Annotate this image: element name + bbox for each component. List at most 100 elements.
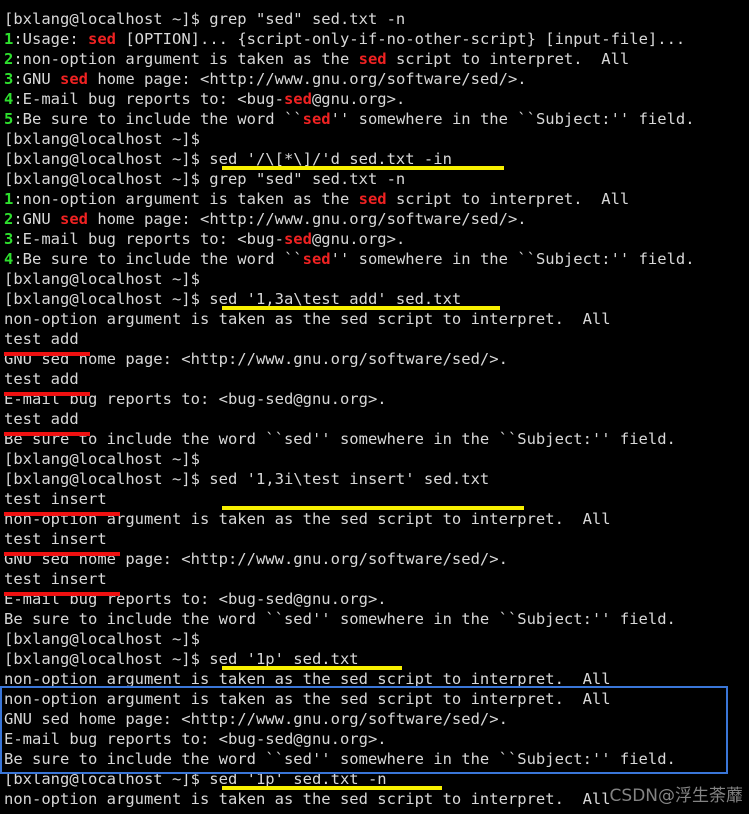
underline-sed-print-cmd bbox=[222, 666, 402, 670]
terminal-prompt-line: [bxlang@localhost ~]$ bbox=[4, 129, 749, 149]
shell-prompt: [bxlang@localhost ~]$ bbox=[4, 770, 200, 788]
grep-text-post: '' somewhere in the ``Subject:'' field. bbox=[330, 250, 695, 268]
terminal-output-line: E-mail bug reports to: <bug-sed@gnu.org>… bbox=[4, 389, 749, 409]
grep-text-post: [OPTION]... {script-only-if-no-other-scr… bbox=[116, 30, 686, 48]
shell-prompt: [bxlang@localhost ~]$ bbox=[4, 290, 200, 308]
grep-match: sed bbox=[283, 90, 312, 108]
terminal-output-line: test add bbox=[4, 369, 749, 389]
grep-text-pre: :E-mail bug reports to: <bug- bbox=[13, 90, 284, 108]
terminal-output-line: E-mail bug reports to: <bug-sed@gnu.org>… bbox=[4, 729, 749, 749]
shell-prompt: [bxlang@localhost ~]$ bbox=[4, 630, 200, 648]
grep-match: sed bbox=[60, 210, 89, 228]
grep-text-pre: :E-mail bug reports to: <bug- bbox=[13, 230, 284, 248]
grep-text-pre: :GNU bbox=[13, 210, 61, 228]
grep-match: sed bbox=[283, 230, 312, 248]
shell-prompt: [bxlang@localhost ~]$ bbox=[4, 470, 200, 488]
terminal-prompt-line: [bxlang@localhost ~]$ bbox=[4, 449, 749, 469]
terminal-output-line: test add bbox=[4, 409, 749, 429]
output-text: Be sure to include the word ``sed'' some… bbox=[4, 430, 676, 448]
terminal-window[interactable]: [bxlang@localhost ~]$ grep "sed" sed.txt… bbox=[0, 0, 749, 814]
output-text: non-option argument is taken as the sed … bbox=[4, 670, 611, 688]
grep-text-pre: :non-option argument is taken as the bbox=[13, 50, 359, 68]
grep-text-pre: :Be sure to include the word `` bbox=[13, 250, 303, 268]
watermark-author: @浮生荼蘼 bbox=[658, 786, 743, 806]
grep-result-line: 4:Be sure to include the word ``sed'' so… bbox=[4, 249, 749, 269]
output-text: Be sure to include the word ``sed'' some… bbox=[4, 750, 676, 768]
grep-line-number: 3 bbox=[4, 230, 14, 248]
terminal-output-line: Be sure to include the word ``sed'' some… bbox=[4, 429, 749, 449]
output-text: test insert bbox=[4, 570, 107, 588]
output-text: non-option argument is taken as the sed … bbox=[4, 310, 611, 328]
grep-result-line: 5:Be sure to include the word ``sed'' so… bbox=[4, 109, 749, 129]
grep-text-pre: :non-option argument is taken as the bbox=[13, 190, 359, 208]
terminal-prompt-line: [bxlang@localhost ~]$ grep "sed" sed.txt… bbox=[4, 9, 749, 29]
grep-result-line: 2:non-option argument is taken as the se… bbox=[4, 49, 749, 69]
terminal-output-line: non-option argument is taken as the sed … bbox=[4, 689, 749, 709]
terminal-output-line: GNU sed home page: <http://www.gnu.org/s… bbox=[4, 349, 749, 369]
terminal-output-line: non-option argument is taken as the sed … bbox=[4, 669, 749, 689]
output-text: test add bbox=[4, 370, 79, 388]
grep-text-post: @gnu.org>. bbox=[311, 90, 406, 108]
terminal-prompt-line: [bxlang@localhost ~]$ grep "sed" sed.txt… bbox=[4, 169, 749, 189]
grep-text-post: script to interpret. All bbox=[386, 50, 630, 68]
underline-sed-print-n-cmd bbox=[222, 786, 442, 790]
terminal-output-line: non-option argument is taken as the sed … bbox=[4, 309, 749, 329]
underline-test-add-2 bbox=[4, 392, 90, 396]
grep-line-number: 4 bbox=[4, 90, 14, 108]
grep-result-line: 3:GNU sed home page: <http://www.gnu.org… bbox=[4, 69, 749, 89]
watermark-site: CSDN bbox=[609, 786, 658, 806]
grep-text-post: home page: <http://www.gnu.org/software/… bbox=[88, 210, 527, 228]
terminal-prompt-line: [bxlang@localhost ~]$ bbox=[4, 629, 749, 649]
output-text: Be sure to include the word ``sed'' some… bbox=[4, 610, 676, 628]
grep-line-number: 2 bbox=[4, 210, 14, 228]
grep-result-line: 3:E-mail bug reports to: <bug-sed@gnu.or… bbox=[4, 229, 749, 249]
shell-prompt: [bxlang@localhost ~]$ bbox=[4, 130, 200, 148]
output-text: test add bbox=[4, 410, 79, 428]
grep-line-number: 2 bbox=[4, 50, 14, 68]
output-text: test add bbox=[4, 330, 79, 348]
underline-test-add-1 bbox=[4, 352, 90, 356]
grep-match: sed bbox=[88, 30, 116, 48]
underline-test-insert-3 bbox=[4, 592, 120, 596]
underline-sed-delete-cmd bbox=[222, 166, 504, 170]
output-text: test insert bbox=[4, 530, 107, 548]
grep-text-pre: :GNU bbox=[13, 70, 61, 88]
grep-text-post: script to interpret. All bbox=[386, 190, 630, 208]
grep-line-number: 5 bbox=[4, 110, 14, 128]
underline-test-insert-1 bbox=[4, 512, 120, 516]
terminal-prompt-line: [bxlang@localhost ~]$ bbox=[4, 269, 749, 289]
output-text: non-option argument is taken as the sed … bbox=[4, 790, 611, 808]
terminal-output-line: test add bbox=[4, 329, 749, 349]
grep-line-number: 3 bbox=[4, 70, 14, 88]
shell-command: sed '1,3i\test insert' sed.txt bbox=[199, 470, 490, 488]
grep-text-post: @gnu.org>. bbox=[311, 230, 406, 248]
grep-text-pre: :Usage: bbox=[13, 30, 88, 48]
shell-command: grep "sed" sed.txt -n bbox=[199, 10, 406, 28]
grep-line-number: 1 bbox=[4, 190, 14, 208]
grep-text-post: home page: <http://www.gnu.org/software/… bbox=[88, 70, 527, 88]
underline-test-insert-2 bbox=[4, 552, 120, 556]
shell-prompt: [bxlang@localhost ~]$ bbox=[4, 10, 200, 28]
output-text: GNU sed home page: <http://www.gnu.org/s… bbox=[4, 710, 508, 728]
terminal-output-line: Be sure to include the word ``sed'' some… bbox=[4, 609, 749, 629]
grep-match: sed bbox=[60, 70, 89, 88]
underline-sed-append-cmd bbox=[222, 306, 500, 310]
grep-line-number: 4 bbox=[4, 250, 14, 268]
grep-result-line: 2:GNU sed home page: <http://www.gnu.org… bbox=[4, 209, 749, 229]
underline-sed-insert-cmd bbox=[222, 506, 524, 510]
shell-prompt: [bxlang@localhost ~]$ bbox=[4, 450, 200, 468]
grep-line-number: 1 bbox=[4, 30, 14, 48]
grep-result-line: 4:E-mail bug reports to: <bug-sed@gnu.or… bbox=[4, 89, 749, 109]
grep-match: sed bbox=[358, 50, 387, 68]
shell-prompt: [bxlang@localhost ~]$ bbox=[4, 170, 200, 188]
terminal-output-line: test insert bbox=[4, 569, 749, 589]
grep-result-line: 1:non-option argument is taken as the se… bbox=[4, 189, 749, 209]
terminal-output-line: Be sure to include the word ``sed'' some… bbox=[4, 749, 749, 769]
terminal-output-line: test insert bbox=[4, 529, 749, 549]
grep-match: sed bbox=[302, 110, 331, 128]
shell-command: grep "sed" sed.txt -n bbox=[199, 170, 406, 188]
terminal-prompt-line: [bxlang@localhost ~]$ sed '1,3i\test ins… bbox=[4, 469, 749, 489]
output-text: non-option argument is taken as the sed … bbox=[4, 690, 611, 708]
terminal-screen[interactable]: [bxlang@localhost ~]$ grep "sed" sed.txt… bbox=[4, 9, 749, 809]
shell-prompt: [bxlang@localhost ~]$ bbox=[4, 150, 200, 168]
